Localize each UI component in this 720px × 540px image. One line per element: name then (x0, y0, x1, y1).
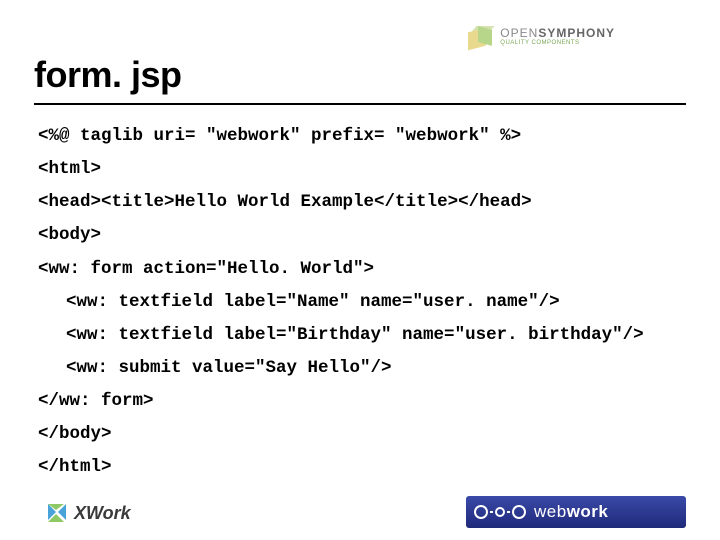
code-line: <body> (38, 225, 682, 245)
code-line: </html> (38, 457, 682, 477)
code-line: </ww: form> (38, 391, 682, 411)
webwork-label-bold: work (567, 502, 609, 521)
code-block: <%@ taglib uri= "webwork" prefix= "webwo… (38, 126, 682, 490)
code-line: <ww: form action="Hello. World"> (38, 259, 682, 279)
code-line: </body> (38, 424, 682, 444)
webwork-logo: webwork (466, 496, 686, 528)
xwork-icon (44, 500, 70, 526)
logo-text-bold: SYMPHONY (538, 26, 615, 40)
opensymphony-logo-text: OPENSYMPHONY QUALITY COMPONENTS (500, 27, 615, 46)
webwork-label: webwork (534, 502, 608, 522)
code-line: <html> (38, 159, 682, 179)
code-line: <ww: submit value="Say Hello"/> (38, 358, 682, 378)
webwork-icon (474, 505, 526, 519)
opensymphony-logo: OPENSYMPHONY QUALITY COMPONENTS (466, 22, 615, 50)
logo-tagline: QUALITY COMPONENTS (500, 40, 615, 46)
slide-title: form. jsp (34, 54, 182, 96)
title-underline (34, 103, 686, 105)
code-line: <ww: textfield label="Name" name="user. … (38, 292, 682, 312)
webwork-label-light: web (534, 502, 567, 521)
logo-text-light: OPEN (500, 26, 538, 40)
code-line: <ww: textfield label="Birthday" name="us… (38, 325, 682, 345)
xwork-logo: XWork (44, 500, 131, 526)
cube-icon (466, 22, 494, 50)
code-line: <head><title>Hello World Example</title>… (38, 192, 682, 212)
code-line: <%@ taglib uri= "webwork" prefix= "webwo… (38, 126, 682, 146)
xwork-label: XWork (74, 503, 131, 524)
